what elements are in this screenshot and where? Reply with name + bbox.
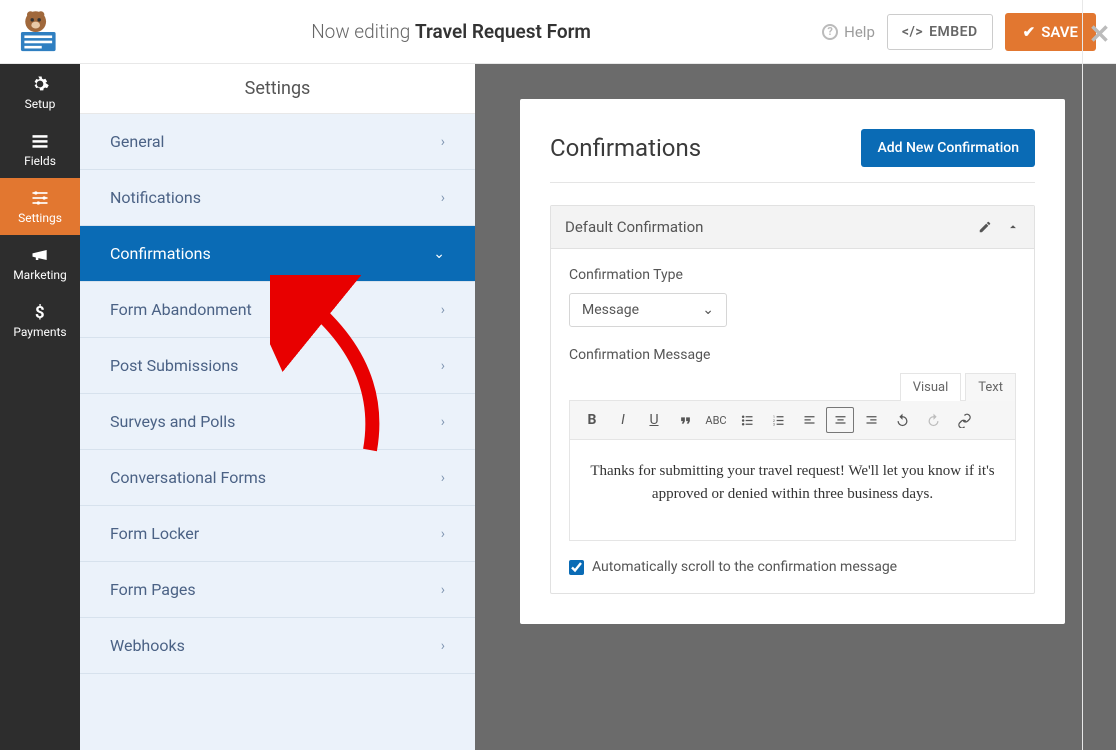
chevron-right-icon: › (441, 134, 445, 150)
close-button[interactable]: ✕ (1082, 0, 1116, 750)
chevron-right-icon: › (441, 526, 445, 542)
settings-item-notifications[interactable]: Notifications› (80, 170, 475, 226)
link-button[interactable] (950, 407, 978, 433)
list-icon (30, 131, 50, 151)
auto-scroll-checkbox[interactable] (569, 560, 584, 575)
chevron-right-icon: › (441, 638, 445, 654)
nav-setup[interactable]: Setup (0, 64, 80, 121)
close-icon: ✕ (1089, 20, 1111, 50)
nav-settings[interactable]: Settings (0, 178, 80, 235)
chevron-right-icon: › (441, 302, 445, 318)
svg-text:$: $ (35, 304, 45, 322)
chevron-down-icon: ⌄ (433, 246, 445, 262)
italic-button[interactable]: I (609, 407, 637, 433)
bullet-list-button[interactable] (733, 407, 761, 433)
dollar-icon: $ (30, 302, 50, 322)
accordion-header[interactable]: Default Confirmation (551, 206, 1034, 249)
chevron-right-icon: › (441, 414, 445, 430)
settings-item-surveys-polls[interactable]: Surveys and Polls› (80, 394, 475, 450)
settings-item-webhooks[interactable]: Webhooks› (80, 618, 475, 674)
bold-button[interactable]: B (578, 407, 606, 433)
chevron-right-icon: › (441, 358, 445, 374)
underline-button[interactable]: U (640, 407, 668, 433)
auto-scroll-checkbox-row[interactable]: Automatically scroll to the confirmation… (569, 559, 1016, 575)
svg-text:3: 3 (772, 422, 774, 426)
settings-item-conversational-forms[interactable]: Conversational Forms› (80, 450, 475, 506)
question-icon: ? (822, 24, 838, 40)
chevron-right-icon: › (441, 190, 445, 206)
pencil-icon[interactable] (978, 220, 992, 234)
message-label: Confirmation Message (569, 347, 1016, 363)
nav-fields[interactable]: Fields (0, 121, 80, 178)
settings-item-form-pages[interactable]: Form Pages› (80, 562, 475, 618)
settings-item-post-submissions[interactable]: Post Submissions› (80, 338, 475, 394)
panel-title: Confirmations (550, 134, 701, 162)
chevron-right-icon: › (441, 470, 445, 486)
check-icon: ✔ (1023, 23, 1036, 41)
settings-title: Settings (80, 64, 475, 114)
sliders-icon (30, 188, 50, 208)
type-label: Confirmation Type (569, 267, 1016, 283)
embed-button[interactable]: </> EMBED (887, 14, 993, 50)
help-link[interactable]: ? Help (822, 23, 875, 41)
confirmation-type-select[interactable]: Message ⌄ (569, 293, 727, 327)
settings-item-form-locker[interactable]: Form Locker› (80, 506, 475, 562)
gear-icon (30, 74, 50, 94)
quote-button[interactable] (671, 407, 699, 433)
nav-marketing[interactable]: Marketing (0, 235, 80, 292)
chevron-right-icon: › (441, 582, 445, 598)
align-left-button[interactable] (795, 407, 823, 433)
align-center-button[interactable] (826, 407, 854, 433)
number-list-button[interactable]: 123 (764, 407, 792, 433)
tab-visual[interactable]: Visual (900, 373, 962, 401)
settings-item-general[interactable]: General› (80, 114, 475, 170)
editing-label: Now editing Travel Request Form (80, 20, 822, 43)
chevron-down-icon: ⌄ (702, 302, 714, 318)
strike-button[interactable]: ABC (702, 407, 730, 433)
settings-item-form-abandonment[interactable]: Form Abandonment› (80, 282, 475, 338)
bullhorn-icon (30, 245, 50, 265)
add-confirmation-button[interactable]: Add New Confirmation (861, 129, 1035, 167)
undo-button[interactable] (888, 407, 916, 433)
nav-payments[interactable]: $ Payments (0, 292, 80, 349)
chevron-up-icon[interactable] (1006, 220, 1020, 234)
settings-item-confirmations[interactable]: Confirmations⌄ (80, 226, 475, 282)
code-icon: </> (902, 24, 923, 40)
confirmation-message-editor[interactable]: Thanks for submitting your travel reques… (570, 440, 1015, 540)
align-right-button[interactable] (857, 407, 885, 433)
redo-button[interactable] (919, 407, 947, 433)
tab-text[interactable]: Text (965, 373, 1016, 401)
app-logo (0, 0, 80, 64)
editor-toolbar: B I U ABC 123 (570, 401, 1015, 440)
